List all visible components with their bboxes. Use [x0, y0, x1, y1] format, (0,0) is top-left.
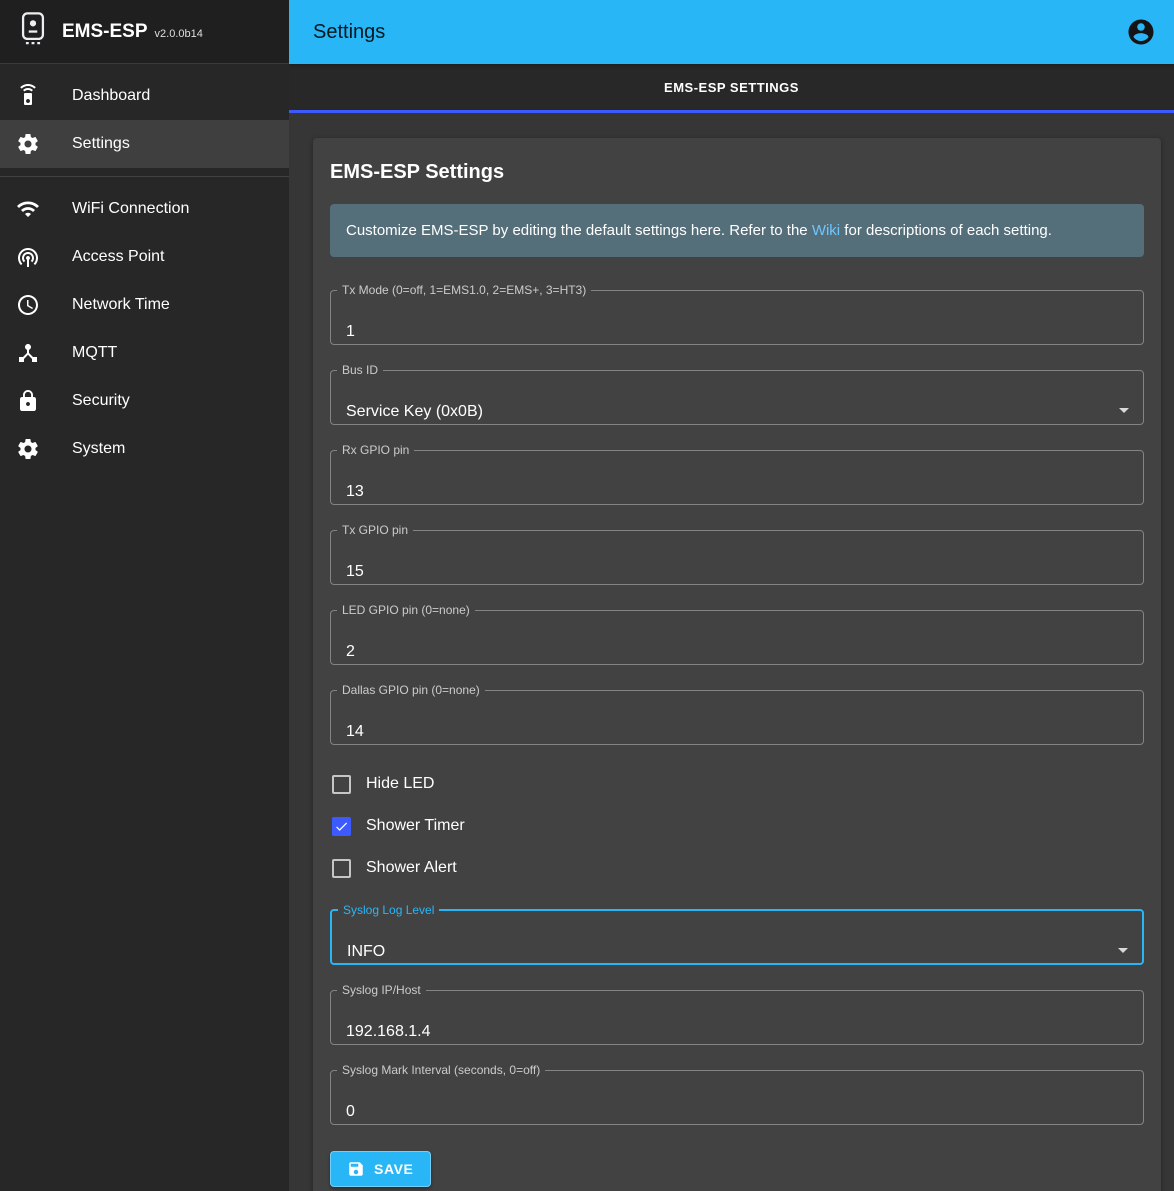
checkbox-row-shower-alert[interactable]: Shower Alert — [330, 847, 1144, 889]
sidebar-item-label: WiFi Connection — [72, 200, 189, 218]
dallas-gpio-input[interactable]: 14 — [346, 723, 364, 741]
save-button-label: SAVE — [374, 1161, 414, 1177]
app-name: EMS-ESP — [62, 21, 148, 43]
checkbox-label: Shower Alert — [366, 859, 457, 877]
shower-alert-checkbox[interactable] — [332, 859, 351, 878]
field-label: Syslog IP/Host — [337, 983, 426, 997]
sidebar: EMS-ESP v2.0.0b14 Dashboard Settings WiF… — [0, 0, 289, 1191]
clock-icon — [16, 293, 40, 317]
checkbox-label: Shower Timer — [366, 817, 465, 835]
main-content: EMS-ESP Settings Customize EMS-ESP by ed… — [289, 116, 1174, 1191]
sidebar-item-label: Network Time — [72, 296, 170, 314]
field-label: Tx GPIO pin — [337, 523, 413, 537]
tab-ems-esp-settings[interactable]: EMS-ESP SETTINGS — [289, 64, 1174, 110]
wifi-tethering-icon — [16, 245, 40, 269]
field-rx-gpio: Rx GPIO pin 13 — [330, 443, 1144, 505]
sidebar-item-mqtt[interactable]: MQTT — [0, 329, 289, 377]
gear-icon — [16, 132, 40, 156]
page-title: Settings — [313, 21, 385, 44]
syslog-level-select[interactable]: INFO — [347, 943, 385, 961]
field-label: Bus ID — [337, 363, 383, 377]
app-logo-icon — [16, 10, 50, 53]
checkbox-group: Hide LED Shower Timer Shower Alert — [330, 763, 1144, 889]
sidebar-nav: Dashboard Settings WiFi Connection Acces… — [0, 64, 289, 473]
tx-mode-input[interactable]: 1 — [346, 323, 355, 341]
chevron-down-icon — [1119, 408, 1129, 413]
checkbox-row-hide-led[interactable]: Hide LED — [330, 763, 1144, 805]
sidebar-item-label: Access Point — [72, 248, 164, 266]
field-label: Syslog Log Level — [338, 903, 439, 917]
field-dallas-gpio: Dallas GPIO pin (0=none) 14 — [330, 683, 1144, 745]
tx-gpio-input[interactable]: 15 — [346, 563, 364, 581]
checkbox-row-shower-timer[interactable]: Shower Timer — [330, 805, 1144, 847]
card-title: EMS-ESP Settings — [330, 161, 1144, 184]
sidebar-item-settings[interactable]: Settings — [0, 120, 289, 168]
sidebar-item-label: Settings — [72, 135, 130, 153]
appbar: Settings — [289, 0, 1174, 64]
field-syslog-level[interactable]: Syslog Log Level INFO — [330, 903, 1144, 965]
hide-led-checkbox[interactable] — [332, 775, 351, 794]
field-label: Dallas GPIO pin (0=none) — [337, 683, 485, 697]
field-bus-id[interactable]: Bus ID Service Key (0x0B) — [330, 363, 1144, 425]
wifi-icon — [16, 197, 40, 221]
field-label: Syslog Mark Interval (seconds, 0=off) — [337, 1063, 545, 1077]
sidebar-item-network-time[interactable]: Network Time — [0, 281, 289, 329]
info-banner: Customize EMS-ESP by editing the default… — [330, 204, 1144, 257]
field-tx-mode: Tx Mode (0=off, 1=EMS1.0, 2=EMS+, 3=HT3)… — [330, 283, 1144, 345]
rx-gpio-input[interactable]: 13 — [346, 483, 364, 501]
sidebar-item-system[interactable]: System — [0, 425, 289, 473]
field-led-gpio: LED GPIO pin (0=none) 2 — [330, 603, 1144, 665]
sidebar-item-wifi-connection[interactable]: WiFi Connection — [0, 185, 289, 233]
sidebar-item-access-point[interactable]: Access Point — [0, 233, 289, 281]
app-version: v2.0.0b14 — [155, 28, 203, 40]
shower-timer-checkbox[interactable] — [332, 817, 351, 836]
field-syslog-host: Syslog IP/Host 192.168.1.4 — [330, 983, 1144, 1045]
tab-bar: EMS-ESP SETTINGS — [289, 64, 1174, 113]
syslog-mark-input[interactable]: 0 — [346, 1103, 355, 1121]
syslog-host-input[interactable]: 192.168.1.4 — [346, 1023, 431, 1041]
sidebar-header: EMS-ESP v2.0.0b14 — [0, 0, 289, 64]
bus-id-select[interactable]: Service Key (0x0B) — [346, 403, 483, 421]
save-icon — [347, 1160, 365, 1178]
settings-card: EMS-ESP Settings Customize EMS-ESP by ed… — [313, 138, 1161, 1191]
wiki-link[interactable]: Wiki — [812, 222, 840, 239]
sidebar-item-label: System — [72, 440, 125, 458]
sidebar-item-label: MQTT — [72, 344, 117, 362]
remote-icon — [16, 84, 40, 108]
sidebar-item-label: Dashboard — [72, 87, 150, 105]
field-syslog-mark: Syslog Mark Interval (seconds, 0=off) 0 — [330, 1063, 1144, 1125]
sidebar-item-security[interactable]: Security — [0, 377, 289, 425]
banner-text: for descriptions of each setting. — [840, 222, 1052, 239]
account-circle-icon[interactable] — [1126, 17, 1156, 47]
banner-text: Customize EMS-ESP by editing the default… — [346, 222, 812, 239]
field-label: Rx GPIO pin — [337, 443, 414, 457]
led-gpio-input[interactable]: 2 — [346, 643, 355, 661]
gear-icon — [16, 437, 40, 461]
sidebar-item-dashboard[interactable]: Dashboard — [0, 72, 289, 120]
device-hub-icon — [16, 341, 40, 365]
checkbox-label: Hide LED — [366, 775, 434, 793]
sidebar-item-label: Security — [72, 392, 130, 410]
field-tx-gpio: Tx GPIO pin 15 — [330, 523, 1144, 585]
chevron-down-icon — [1118, 948, 1128, 953]
sidebar-divider — [0, 176, 289, 177]
check-icon — [334, 819, 349, 834]
field-label: Tx Mode (0=off, 1=EMS1.0, 2=EMS+, 3=HT3) — [337, 283, 591, 297]
field-label: LED GPIO pin (0=none) — [337, 603, 475, 617]
save-button[interactable]: SAVE — [330, 1151, 431, 1187]
lock-icon — [16, 389, 40, 413]
